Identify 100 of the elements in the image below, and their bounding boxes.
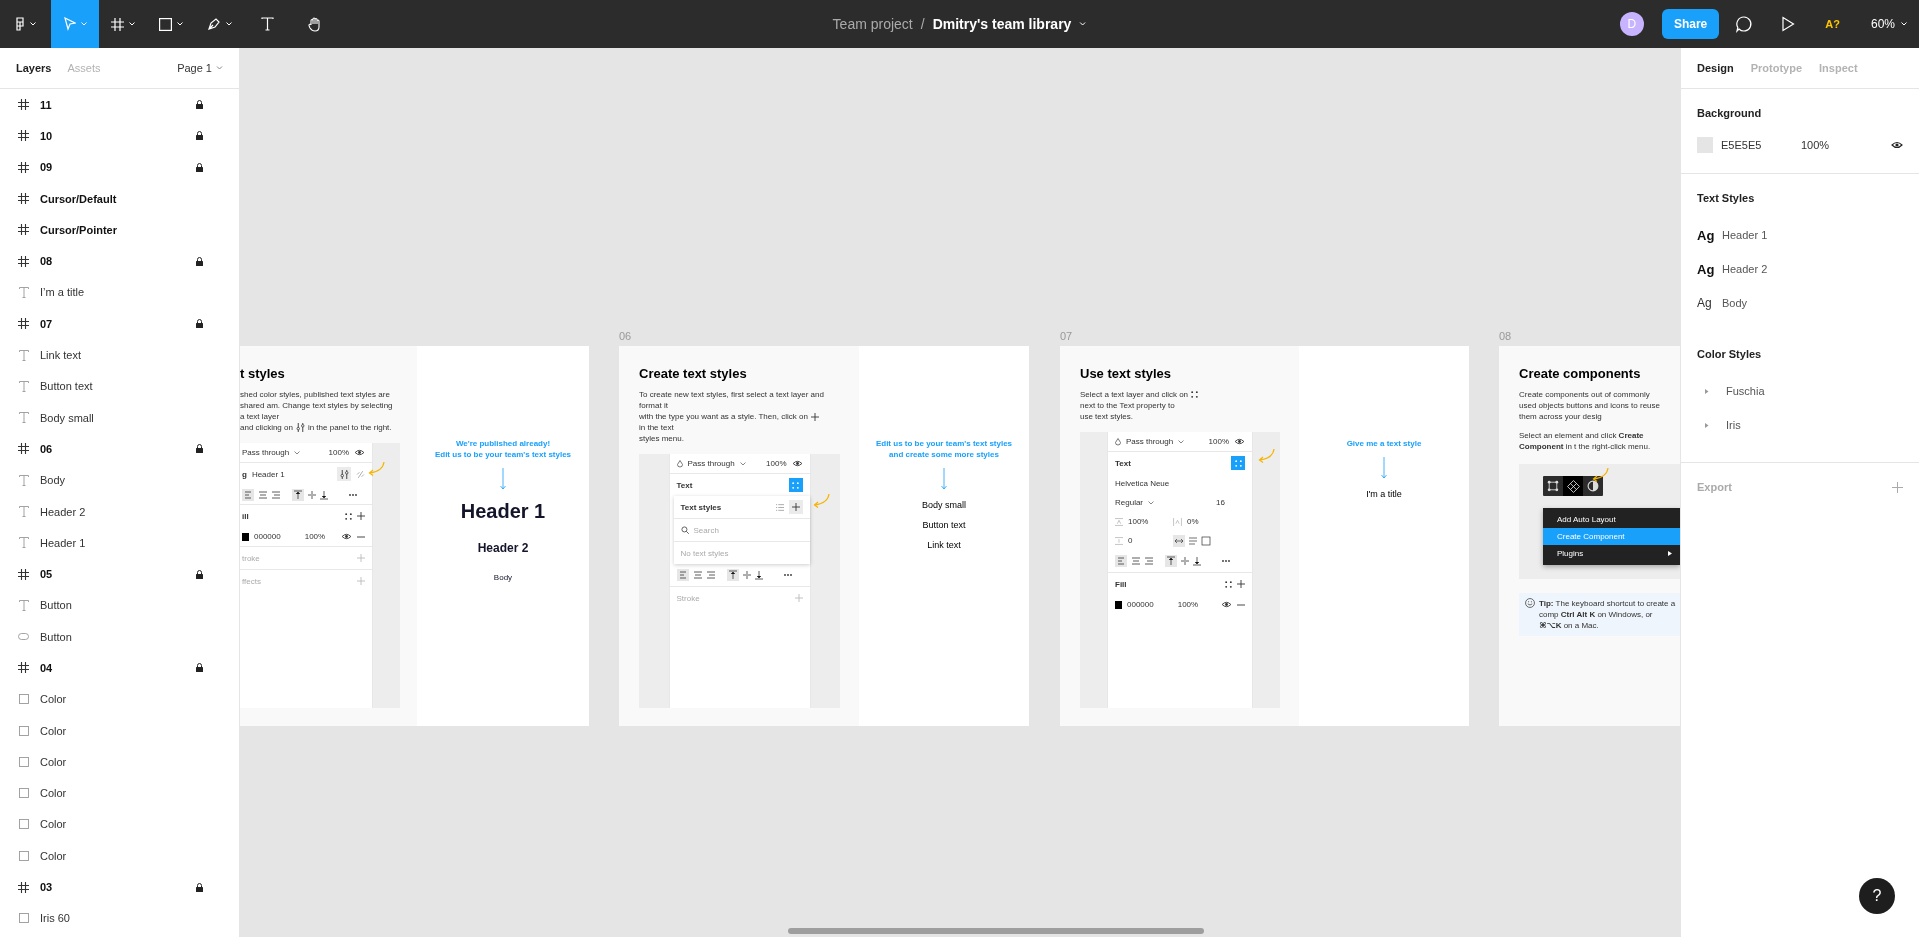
layer-row[interactable]: Button text <box>0 370 239 402</box>
panel-tab[interactable]: Layers <box>16 62 52 74</box>
lock-icon[interactable] <box>196 256 203 266</box>
layer-row[interactable]: Body small <box>0 401 239 434</box>
layer-row[interactable]: 10 <box>0 120 239 152</box>
paragraph-spacing-value: 0 <box>1128 536 1134 545</box>
color-swatch[interactable] <box>242 532 249 541</box>
pen-icon <box>206 17 221 31</box>
layer-row[interactable]: Color <box>0 714 239 747</box>
lock-icon[interactable] <box>196 100 203 110</box>
menu-item[interactable]: Plugins <box>1543 545 1680 562</box>
chevron-icon <box>1148 500 1154 505</box>
layer-row[interactable]: 04 <box>0 652 239 684</box>
layer-row[interactable]: Button <box>0 589 239 622</box>
description-text: Create components out of commonly used objects buttons and icons to reuse them across your desig <box>1519 389 1660 422</box>
text-sample: Header 2 <box>477 541 529 555</box>
down-arrow-icon <box>500 468 506 490</box>
layer-row[interactable]: 05 <box>0 558 239 590</box>
disclosure-triangle-icon[interactable] <box>1704 388 1709 394</box>
contrast-icon <box>1587 480 1599 492</box>
lock-icon[interactable] <box>196 444 203 454</box>
eye-icon[interactable] <box>1891 141 1903 149</box>
accessibility-badge[interactable]: A? <box>1825 18 1840 30</box>
layer-row[interactable]: Body <box>0 464 239 496</box>
page-selector[interactable]: Page 1 <box>177 62 212 74</box>
layer-row[interactable]: Header 2 <box>0 495 239 528</box>
layer-row[interactable]: Header 1 <box>0 527 239 559</box>
plus-icon[interactable] <box>357 512 365 520</box>
curved-arrow <box>1256 448 1276 464</box>
layer-row[interactable]: 09 <box>0 151 239 183</box>
color-swatch[interactable] <box>1697 137 1713 153</box>
style-dots-icon[interactable] <box>1225 580 1232 588</box>
text-style-item[interactable]: Ag Header 2 <box>1697 252 1903 286</box>
eye-icon[interactable] <box>1221 601 1232 608</box>
eye-icon[interactable] <box>1234 438 1245 445</box>
plus-icon[interactable] <box>810 412 819 421</box>
layer-row[interactable]: 08 <box>0 245 239 277</box>
style-dots-icon[interactable] <box>345 512 352 520</box>
layer-row[interactable]: Button <box>0 621 239 653</box>
panel-tab[interactable]: Design <box>1697 62 1734 74</box>
text-style-item[interactable]: Ag Header 1 <box>1697 218 1903 252</box>
lock-icon[interactable] <box>196 131 203 141</box>
style-dots-icon[interactable] <box>1191 391 1199 398</box>
plus-icon[interactable] <box>1237 580 1245 588</box>
layer-row[interactable]: Iris 60 <box>0 902 239 934</box>
tip-text: Tip: The keyboard shortcut to create a comp Ctrl Alt K on Windows, or ⌘⌥K on a Mac. <box>1539 598 1676 631</box>
layer-row[interactable]: I’m a title <box>0 276 239 309</box>
eye-icon[interactable] <box>341 533 352 540</box>
eye-icon[interactable] <box>791 460 803 467</box>
layer-row[interactable]: Color <box>0 840 239 872</box>
lock-icon[interactable] <box>196 569 203 579</box>
style-dots-icon[interactable] <box>792 481 799 489</box>
layer-row[interactable]: Cursor/Default <box>0 182 239 215</box>
file-name[interactable]: Dmitry's team library <box>932 16 1072 32</box>
lock-icon[interactable] <box>196 882 203 892</box>
color-style-name[interactable]: Fuschia <box>1726 385 1765 397</box>
hex-value[interactable]: E5E5E5 <box>1721 139 1793 151</box>
styles-button[interactable] <box>788 478 803 492</box>
layer-row[interactable]: Color <box>0 746 239 778</box>
lock-icon[interactable] <box>196 162 203 172</box>
layer-row[interactable]: Color <box>0 777 239 809</box>
lock-icon[interactable] <box>196 319 203 329</box>
layer-name: Link text <box>40 349 82 361</box>
edit-style-button[interactable] <box>337 467 351 481</box>
layer-row[interactable]: Link text <box>0 339 239 371</box>
layer-row[interactable]: 07 <box>0 308 239 340</box>
caret-icon[interactable] <box>1901 22 1907 26</box>
layer-row[interactable]: Color <box>0 683 239 715</box>
text-icon <box>18 349 29 361</box>
opacity-value[interactable]: 100% <box>1801 139 1830 151</box>
frame-icon <box>18 193 29 205</box>
layer-name: Body small <box>40 411 95 424</box>
project-name[interactable]: Team project <box>832 16 913 32</box>
section-title: Text Styles <box>1697 192 1756 204</box>
layer-row[interactable]: Color <box>0 808 239 841</box>
layer-row[interactable]: 03 <box>0 871 239 903</box>
layer-row[interactable]: Cursor/Pointer <box>0 214 239 246</box>
comment-icon[interactable] <box>1735 15 1754 33</box>
tool-button[interactable] <box>1563 476 1583 496</box>
horizontal-scrollbar[interactable] <box>788 928 1204 934</box>
text-style-item[interactable]: Ag Body <box>1697 286 1903 320</box>
text-icon <box>18 537 29 549</box>
blend-drop-icon <box>676 459 683 468</box>
color-swatch[interactable] <box>1115 600 1122 609</box>
zoom-level[interactable]: 60% <box>1870 17 1895 31</box>
layer-name: Header 1 <box>40 536 87 549</box>
play-icon[interactable] <box>1781 16 1796 32</box>
menu-item[interactable]: Add Auto Layout <box>1543 511 1680 528</box>
section-title: ffects <box>242 576 261 586</box>
caret-icon[interactable] <box>1079 22 1087 26</box>
layer-row[interactable]: 11 <box>0 89 239 121</box>
disclosure-triangle-icon[interactable] <box>1704 422 1709 428</box>
layer-name: 10 <box>40 129 54 142</box>
frame-icon <box>18 662 29 674</box>
layer-row[interactable]: 06 <box>0 433 239 465</box>
eye-icon[interactable] <box>354 449 365 456</box>
sliders-icon <box>295 423 305 432</box>
layer-name: Button <box>40 630 73 643</box>
color-style-name[interactable]: Iris <box>1726 419 1741 431</box>
lock-icon[interactable] <box>196 663 203 673</box>
